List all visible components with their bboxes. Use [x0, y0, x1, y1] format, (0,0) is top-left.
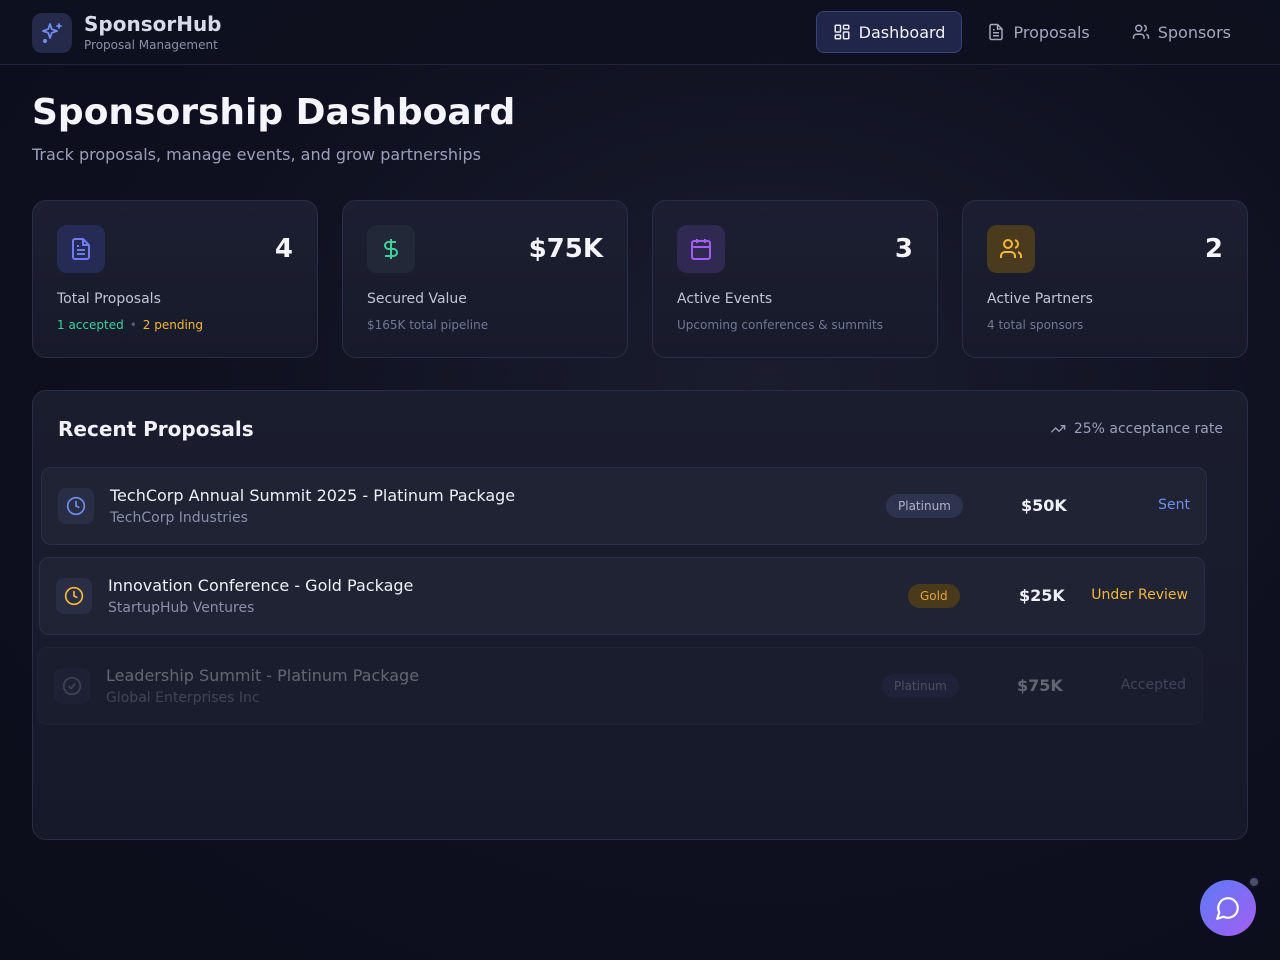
trending-up-icon	[1050, 425, 1066, 433]
dollar-icon	[367, 225, 415, 273]
proposal-row[interactable]: Leadership Summit - Platinum Package Glo…	[37, 647, 1203, 725]
brand[interactable]: SponsorHub Proposal Management	[32, 12, 222, 53]
chat-bubble-icon	[1216, 897, 1239, 920]
tier-badge: Platinum	[886, 494, 963, 518]
users-icon	[1132, 24, 1149, 39]
stat-label: Active Partners	[987, 291, 1093, 307]
page-subtitle: Track proposals, manage events, and grow…	[32, 145, 481, 164]
proposal-amount: $50K	[1021, 496, 1067, 515]
sparkle-icon	[32, 12, 72, 53]
app-subtitle: Proposal Management	[84, 38, 218, 52]
nav-proposals-label: Proposals	[1013, 22, 1090, 42]
accepted-count: 1 accepted	[57, 318, 124, 332]
stat-value: $75K	[528, 234, 603, 264]
stat-label: Active Events	[677, 291, 773, 307]
proposal-title: Leadership Summit - Platinum Package	[106, 666, 420, 685]
proposal-title: Innovation Conference - Gold Package	[108, 576, 414, 595]
users-icon	[987, 225, 1035, 273]
document-icon	[989, 23, 1004, 41]
stat-note: 4 total sponsors	[987, 318, 1084, 332]
stat-note: 1 accepted • 2 pending	[57, 318, 204, 332]
proposal-status: Under Review	[1091, 587, 1188, 603]
proposal-status: Sent	[1158, 497, 1190, 513]
proposal-sponsor: StartupHub Ventures	[108, 600, 255, 616]
proposal-sponsor: TechCorp Industries	[110, 510, 248, 526]
grid-icon	[834, 24, 850, 40]
proposal-title: TechCorp Annual Summit 2025 - Platinum P…	[110, 486, 516, 505]
notification-dot	[1248, 876, 1260, 888]
stat-card-total-proposals[interactable]: 4 Total Proposals 1 accepted • 2 pending	[32, 200, 318, 358]
proposal-amount: $25K	[1019, 586, 1065, 605]
stat-value: 3	[894, 234, 913, 264]
pending-count: 2 pending	[142, 318, 204, 332]
stat-note: Upcoming conferences & summits	[677, 318, 883, 332]
stat-card-secured-value[interactable]: $75K Secured Value $165K total pipeline	[342, 200, 628, 358]
page-title: Sponsorship Dashboard	[32, 92, 516, 133]
check-circle-icon	[54, 668, 90, 704]
nav-sponsors-label: Sponsors	[1157, 22, 1231, 42]
clock-icon	[56, 578, 92, 614]
tier-badge: Platinum	[882, 674, 959, 698]
proposal-row[interactable]: Innovation Conference - Gold Package Sta…	[39, 557, 1205, 635]
stat-card-active-events[interactable]: 3 Active Events Upcoming conferences & s…	[652, 200, 938, 358]
clock-icon	[58, 488, 94, 524]
top-navbar: SponsorHub Proposal Management Dashboard…	[0, 0, 1280, 65]
recent-proposals-panel: Recent Proposals 25% acceptance rate Tec…	[32, 390, 1248, 840]
proposal-row[interactable]: TechCorp Annual Summit 2025 - Platinum P…	[41, 467, 1207, 545]
nav-dashboard-label: Dashboard	[858, 22, 946, 42]
stat-value: 2	[1204, 234, 1223, 264]
nav-proposals[interactable]: Proposals	[970, 11, 1106, 53]
stats-grid: 4 Total Proposals 1 accepted • 2 pending $…	[32, 200, 1248, 358]
proposal-status: Accepted	[1120, 677, 1186, 693]
app-name: SponsorHub	[84, 12, 222, 36]
chat-button[interactable]	[1200, 880, 1256, 936]
proposal-sponsor: Global Enterprises Inc	[106, 690, 260, 706]
tier-badge: Gold	[908, 584, 960, 608]
main-nav: Dashboard Proposals Sponsors	[808, 11, 1248, 53]
stat-value: 4	[274, 234, 293, 264]
nav-sponsors[interactable]: Sponsors	[1115, 11, 1248, 53]
stat-label: Secured Value	[367, 291, 467, 307]
calendar-icon	[677, 225, 725, 273]
acceptance-rate-text: 25% acceptance rate	[1073, 421, 1223, 437]
nav-dashboard[interactable]: Dashboard	[815, 11, 963, 53]
stat-note: $165K total pipeline	[367, 318, 489, 332]
panel-title: Recent Proposals	[58, 417, 254, 441]
acceptance-rate: 25% acceptance rate	[1050, 421, 1223, 437]
stat-card-active-partners[interactable]: 2 Active Partners 4 total sponsors	[962, 200, 1248, 358]
stat-label: Total Proposals	[57, 291, 161, 307]
document-icon	[57, 225, 105, 273]
proposal-amount: $75K	[1017, 676, 1063, 695]
